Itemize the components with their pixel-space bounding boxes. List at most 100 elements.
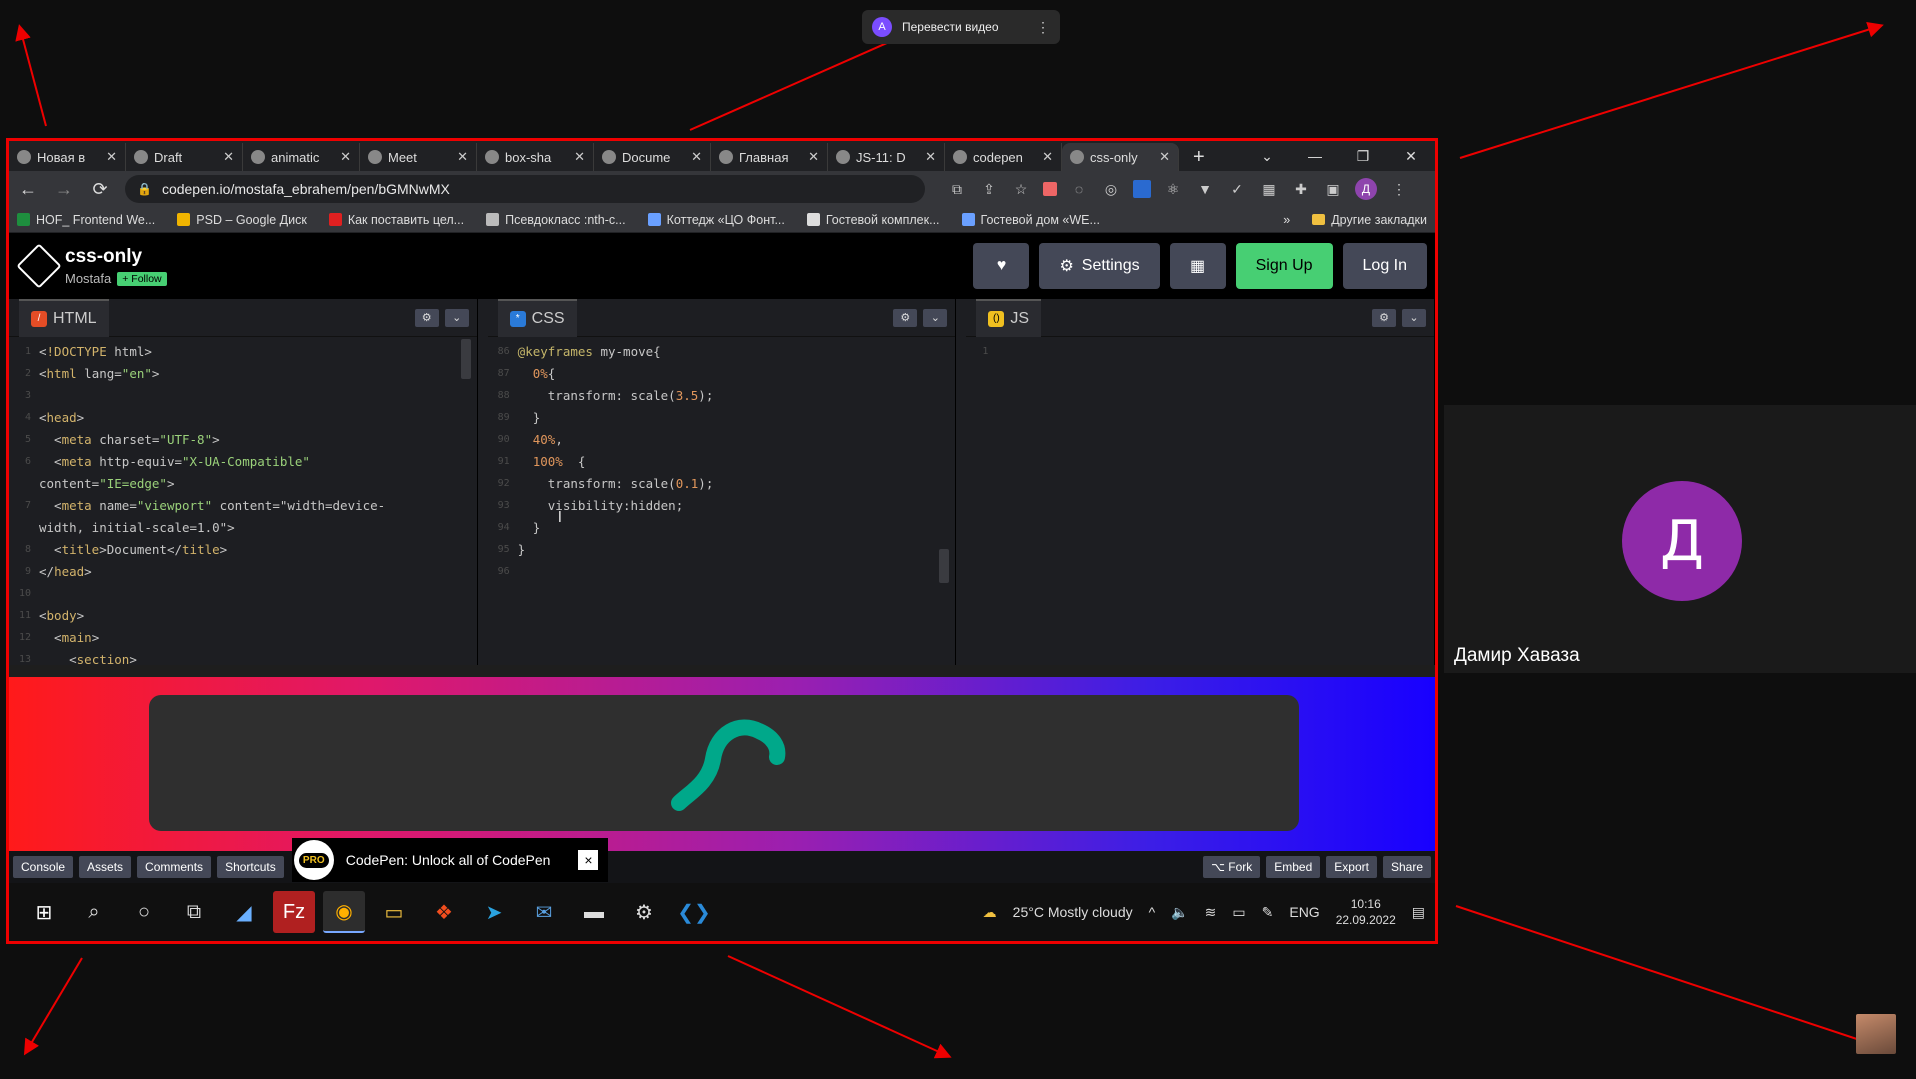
file-explorer-icon[interactable]: ▭ bbox=[373, 891, 415, 933]
chevron-down-icon[interactable]: ⌄ bbox=[444, 308, 469, 327]
close-tab-icon[interactable]: ✕ bbox=[808, 149, 819, 165]
browser-menu-icon[interactable]: ⋮ bbox=[1389, 179, 1409, 199]
react-devtools-icon[interactable]: ⚛ bbox=[1163, 179, 1183, 199]
weather-cloud-icon[interactable]: ☁ bbox=[983, 904, 997, 921]
extension-icon[interactable]: ▦ bbox=[1259, 179, 1279, 199]
editor-settings-icon[interactable]: ⚙ bbox=[414, 308, 439, 327]
mail-icon[interactable]: ✉ bbox=[523, 891, 565, 933]
pro-promo-banner[interactable]: PRO CodePen: Unlock all of CodePen × bbox=[291, 838, 609, 882]
browser-tab[interactable]: codepen ✕ bbox=[945, 143, 1062, 171]
heart-button[interactable]: ♥ bbox=[973, 243, 1030, 289]
puzzle-icon[interactable]: ✚ bbox=[1291, 179, 1311, 199]
url-field[interactable]: 🔒 codepen.io/mostafa_ebrahem/pen/bGMNwMX bbox=[125, 175, 925, 203]
translate-video-pill[interactable]: A Перевести видео ⋮ bbox=[862, 10, 1060, 44]
task-view-icon[interactable]: ⧉ bbox=[173, 891, 215, 933]
weather-text[interactable]: 25°C Mostly cloudy bbox=[1013, 904, 1133, 920]
browser-tab[interactable]: Meet ✕ bbox=[360, 143, 477, 171]
pen-author[interactable]: Mostafa bbox=[65, 271, 111, 286]
browser-tab[interactable]: box-sha ✕ bbox=[477, 143, 594, 171]
chevron-down-icon[interactable]: ⌄ bbox=[923, 308, 948, 327]
bookmark-item[interactable]: Гостевой комплек... bbox=[806, 213, 940, 227]
browser-tab[interactable]: Docume ✕ bbox=[594, 143, 711, 171]
extension-icon[interactable] bbox=[1133, 180, 1151, 198]
app-icon[interactable]: ◢ bbox=[223, 891, 265, 933]
windows-start-icon[interactable]: ⊞ bbox=[23, 891, 65, 933]
vscode-icon[interactable]: ❮❯ bbox=[673, 891, 715, 933]
browser-tab[interactable]: css-only ✕ bbox=[1062, 143, 1179, 171]
follow-button[interactable]: + Follow bbox=[117, 271, 167, 286]
html-code-area[interactable]: 1 <!DOCTYPE html> 2 <html lang="en"> 3 4 <head… bbox=[9, 341, 477, 665]
browser-tab[interactable]: JS-11: D ✕ bbox=[828, 143, 945, 171]
extension-icon[interactable]: ◎ bbox=[1101, 179, 1121, 199]
close-tab-icon[interactable]: ✕ bbox=[574, 149, 585, 165]
chrome-icon[interactable]: ◉ bbox=[323, 891, 365, 933]
browser-tab[interactable]: Draft ✕ bbox=[126, 143, 243, 171]
minimize-icon[interactable]: — bbox=[1291, 148, 1339, 164]
browser-tab[interactable]: animatic ✕ bbox=[243, 143, 360, 171]
promo-close-button[interactable]: × bbox=[578, 850, 599, 870]
editor-settings-icon[interactable]: ⚙ bbox=[1372, 308, 1397, 327]
codepen-logo-icon[interactable] bbox=[16, 243, 62, 289]
profile-avatar[interactable]: Д bbox=[1355, 178, 1377, 200]
notifications-icon[interactable]: ▤ bbox=[1412, 904, 1425, 921]
wifi-icon[interactable]: ≋ bbox=[1205, 904, 1217, 921]
tab-js[interactable]: () JS bbox=[976, 298, 1042, 337]
terminal-icon[interactable]: ▬ bbox=[573, 891, 615, 933]
bookmark-item[interactable]: Как поставить цел... bbox=[328, 213, 464, 227]
close-tab-icon[interactable]: ✕ bbox=[340, 149, 351, 165]
bookmark-item[interactable]: HOF_ Frontend We... bbox=[17, 213, 155, 227]
bookmark-item[interactable]: Псевдокласс :nth-c... bbox=[486, 213, 626, 227]
bookmark-star-icon[interactable]: ☆ bbox=[1011, 179, 1031, 199]
extension-icon[interactable]: ✓ bbox=[1227, 179, 1247, 199]
forward-icon[interactable]: → bbox=[53, 179, 75, 200]
battery-icon[interactable]: ▭ bbox=[1232, 904, 1245, 921]
close-tab-icon[interactable]: ✕ bbox=[457, 149, 468, 165]
chevron-down-icon[interactable]: ⌄ bbox=[1402, 308, 1427, 327]
vue-devtools-icon[interactable]: ▼ bbox=[1195, 179, 1215, 199]
figma-icon[interactable]: ❖ bbox=[423, 891, 465, 933]
layout-button[interactable]: ▦ bbox=[1169, 243, 1226, 289]
login-button[interactable]: Log In bbox=[1342, 243, 1427, 289]
editor-settings-icon[interactable]: ⚙ bbox=[893, 308, 918, 327]
settings-gear-icon[interactable]: ⚙ bbox=[623, 891, 665, 933]
reload-icon[interactable]: ⟳ bbox=[89, 179, 111, 200]
new-tab-icon[interactable]: + bbox=[1179, 143, 1219, 171]
browser-tab[interactable]: Главная ✕ bbox=[711, 143, 828, 171]
close-tab-icon[interactable]: ✕ bbox=[925, 149, 936, 165]
share-icon[interactable]: ⇪ bbox=[979, 179, 999, 199]
comments-button[interactable]: Comments bbox=[137, 856, 212, 878]
share-button[interactable]: Share bbox=[1382, 856, 1431, 878]
export-button[interactable]: Export bbox=[1326, 856, 1377, 878]
cortana-icon[interactable]: ○ bbox=[123, 891, 165, 933]
assets-button[interactable]: Assets bbox=[79, 856, 132, 878]
tab-search-icon[interactable]: ⌄ bbox=[1243, 148, 1291, 165]
side-panel-icon[interactable]: ▣ bbox=[1323, 179, 1343, 199]
extension-icon[interactable]: ◌ bbox=[1069, 179, 1089, 199]
clock[interactable]: 10:16 22.09.2022 bbox=[1336, 896, 1396, 928]
browser-tab[interactable]: Новая в ✕ bbox=[9, 143, 126, 171]
participant-tile[interactable]: Д Дамир Хаваза bbox=[1444, 405, 1916, 673]
close-tab-icon[interactable]: ✕ bbox=[1159, 149, 1170, 165]
embed-button[interactable]: Embed bbox=[1266, 856, 1321, 878]
back-icon[interactable]: ← bbox=[17, 179, 39, 200]
bookmark-item[interactable]: Коттедж «ЦО Фонт... bbox=[647, 213, 785, 227]
bookmark-item[interactable]: Гостевой дом «WE... bbox=[961, 213, 1100, 227]
console-button[interactable]: Console bbox=[13, 856, 74, 878]
close-window-icon[interactable]: ✕ bbox=[1387, 148, 1435, 165]
signup-button[interactable]: Sign Up bbox=[1235, 243, 1333, 289]
other-bookmarks[interactable]: Другие закладки bbox=[1312, 213, 1427, 227]
bookmark-item[interactable]: PSD – Google Диск bbox=[177, 213, 307, 227]
language-indicator[interactable]: ENG bbox=[1289, 904, 1319, 920]
filezilla-icon[interactable]: Fz bbox=[273, 891, 315, 933]
restore-icon[interactable]: ❐ bbox=[1339, 148, 1387, 165]
extension-icon[interactable] bbox=[1043, 182, 1057, 196]
shortcuts-button[interactable]: Shortcuts bbox=[217, 856, 284, 878]
css-code-area[interactable]: 86 @keyframes my-move{87 0%{88 transform:… bbox=[488, 341, 956, 665]
search-icon[interactable]: ⌕ bbox=[73, 891, 115, 933]
translate-page-icon[interactable]: ⧉ bbox=[947, 179, 967, 199]
close-tab-icon[interactable]: ✕ bbox=[691, 149, 702, 165]
telegram-icon[interactable]: ➤ bbox=[473, 891, 515, 933]
scrollbar-thumb[interactable] bbox=[460, 339, 471, 379]
tab-css[interactable]: * CSS bbox=[497, 298, 577, 337]
close-tab-icon[interactable]: ✕ bbox=[1042, 149, 1053, 165]
